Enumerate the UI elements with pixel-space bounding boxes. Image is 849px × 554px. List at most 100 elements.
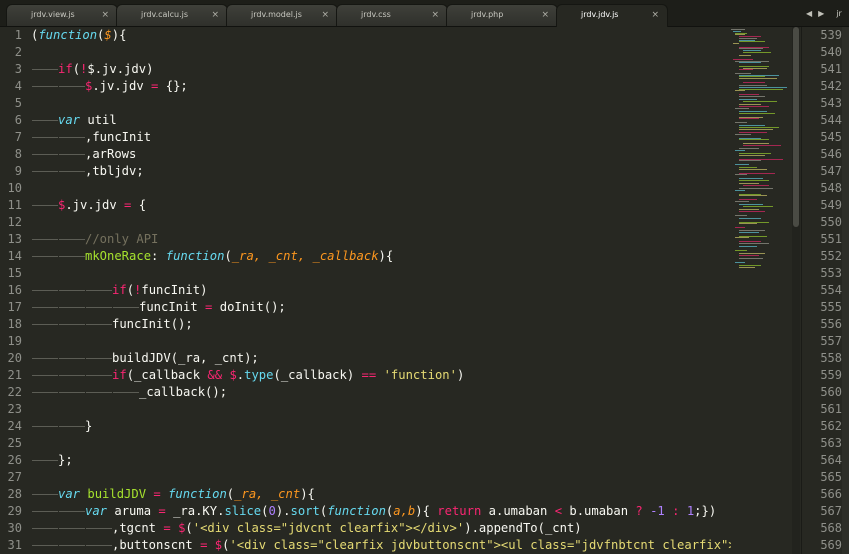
code-line: if(!$.jv.jdv) — [31, 61, 731, 78]
minimap-line — [743, 184, 769, 186]
line-number: 29 — [7, 504, 22, 518]
line-number: 16 — [7, 283, 22, 297]
code-token: funcInit) — [141, 283, 208, 297]
indent-guide — [85, 367, 112, 384]
overflow-tab-label[interactable]: jr — [836, 9, 842, 18]
code-token: = — [153, 487, 161, 501]
minimap-line — [739, 211, 765, 212]
minimap-line — [735, 121, 747, 123]
tab-prev-icon[interactable]: ◀ — [806, 9, 812, 18]
line-number: 25 — [7, 436, 22, 450]
code-token: ,funcInit — [85, 130, 152, 144]
code-token: : — [151, 249, 166, 263]
minimap-line — [739, 139, 769, 141]
tab-jrdv-css[interactable]: jrdv.css × — [336, 4, 448, 26]
line-number: 561 — [820, 402, 842, 416]
tab-jrdv-view-js[interactable]: jrdv.view.js × — [6, 4, 118, 26]
code-editor[interactable]: (function($){if(!$.jv.jdv) $.jv.jdv = {};… — [31, 27, 731, 554]
line-number: 553 — [820, 266, 842, 280]
tab-close-icon[interactable]: × — [101, 5, 109, 25]
line-number: 563 — [820, 436, 842, 450]
code-token: ){ — [378, 249, 394, 263]
code-token: = — [158, 504, 166, 518]
tab-label: jrdv.css — [361, 10, 391, 19]
indent-guide — [58, 231, 85, 248]
tab-close-icon[interactable]: × — [431, 5, 439, 25]
scrollbar-thumb[interactable] — [793, 27, 799, 227]
line-number: 568 — [820, 521, 842, 535]
indent-guide — [112, 384, 139, 401]
code-token: = — [163, 521, 171, 535]
indent-guide — [31, 231, 58, 248]
indent-guide — [58, 78, 85, 95]
minimap-line — [739, 223, 757, 225]
code-token: funcInit(); — [112, 317, 193, 331]
code-line: buildJDV(_ra, _cnt); — [31, 350, 731, 367]
minimap-line — [739, 95, 765, 97]
code-token: function — [38, 28, 98, 42]
minimap-line — [735, 261, 745, 263]
minimap-line — [743, 100, 777, 102]
code-line: ,arRows — [31, 146, 731, 163]
tab-jrdv-php[interactable]: jrdv.php × — [446, 4, 558, 26]
line-number: 26 — [7, 453, 22, 467]
line-number: 14 — [7, 249, 22, 263]
line-number: 540 — [820, 45, 842, 59]
code-token: util — [80, 113, 117, 127]
code-token: a,b — [393, 504, 416, 518]
code-line: } — [31, 418, 731, 435]
minimap-line — [739, 69, 753, 71]
indent-guide — [112, 299, 139, 316]
code-token: doInit(); — [212, 300, 286, 314]
line-number: 2 — [14, 45, 22, 59]
tab-label: jrdv.php — [471, 10, 504, 19]
code-token: function — [168, 487, 227, 501]
tab-next-icon[interactable]: ▶ — [818, 9, 824, 18]
minimap[interactable] — [730, 27, 792, 554]
code-token: 'function' — [383, 368, 457, 382]
code-token: ) — [456, 368, 465, 382]
code-line: ,tgcnt = $('<div class="jdvcnt clearfix"… — [31, 520, 731, 537]
minimap-line — [743, 205, 773, 207]
tab-close-icon[interactable]: × — [211, 5, 219, 25]
code-token: ;}) — [694, 504, 717, 518]
code-token: ,tgcnt — [112, 521, 164, 535]
line-number: 557 — [820, 334, 842, 348]
code-token: b.umaban — [562, 504, 636, 518]
code-token: a.umaban — [481, 504, 555, 518]
code-token: ).appendTo(_cnt) — [464, 521, 582, 535]
line-number: 9 — [14, 164, 22, 178]
minimap-line — [735, 163, 749, 165]
code-token: aruma — [107, 504, 159, 518]
code-token: -1 — [650, 504, 665, 518]
tab-close-icon[interactable]: × — [321, 5, 329, 25]
tab-jrdv-jdv-js[interactable]: jrdv.jdv.js × — [556, 4, 668, 27]
code-line: funcInit = doInit(); — [31, 299, 731, 316]
indent-guide — [31, 61, 58, 78]
minimap-line — [735, 174, 747, 176]
indent-guide — [58, 418, 85, 435]
tab-jrdv-calcu-js[interactable]: jrdv.calcu.js × — [116, 4, 228, 26]
line-number: 17 — [7, 300, 22, 314]
minimap-line — [735, 226, 745, 228]
line-number: 542 — [820, 79, 842, 93]
line-number: 569 — [820, 538, 842, 552]
code-line: var buildJDV = function(_ra, _cnt){ — [31, 486, 731, 503]
minimap-line — [739, 78, 777, 79]
tab-close-icon[interactable]: × — [651, 5, 659, 25]
line-number: 547 — [820, 164, 842, 178]
tab-jrdv-model-js[interactable]: jrdv.model.js × — [226, 4, 338, 26]
minimap-line — [735, 214, 747, 216]
indent-guide — [31, 316, 58, 333]
indent-guide — [31, 452, 58, 469]
indent-guide — [31, 112, 58, 129]
line-number: 545 — [820, 130, 842, 144]
tab-close-icon[interactable]: × — [541, 5, 549, 25]
code-line: mkOneRace: function(_ra, _cnt, _callback… — [31, 248, 731, 265]
vertical-scrollbar[interactable] — [792, 27, 800, 554]
code-token: buildJDV(_ra, _cnt); — [112, 351, 259, 365]
indent-guide — [31, 248, 58, 265]
